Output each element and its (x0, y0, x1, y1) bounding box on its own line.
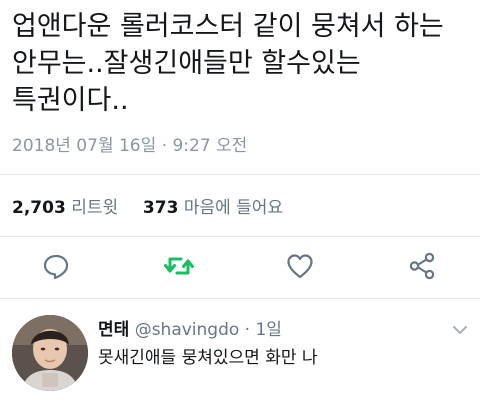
reply-header: 면태 @shavingdo · 1일 (98, 315, 282, 340)
chevron-down-icon (453, 326, 467, 334)
reply-display-name[interactable]: 면태 (98, 320, 129, 340)
divider (0, 236, 480, 237)
retweet-label[interactable]: 리트윗 (71, 198, 118, 218)
tweet-text-line: 업앤다운 롤러코스터 같이 뭉쳐서 하는 (12, 11, 444, 42)
avatar[interactable] (12, 315, 88, 391)
avatar-image (12, 315, 88, 391)
reply-tweet[interactable]: 면태 @shavingdo · 1일 못새긴애들 뭉쳐있으면 화만 나 (0, 301, 480, 406)
tweet-text: 업앤다운 롤러코스터 같이 뭉쳐서 하는 안무는..잘생긴애들만 할수있는 특권… (12, 8, 472, 119)
like-label[interactable]: 마음에 들어요 (184, 198, 283, 218)
tweet-text-line: 안무는..잘생긴애들만 할수있는 (12, 48, 361, 79)
heart-icon (287, 254, 313, 279)
divider (0, 174, 480, 175)
tweet-stats: 2,703 리트윗 373 마음에 들어요 (12, 193, 283, 218)
tweet-text-line: 특권이다.. (12, 85, 129, 116)
tweet-timestamp: 2018년 07월 16일 · 9:27 오전 (12, 136, 248, 156)
divider (0, 298, 480, 299)
reply-text: 못새긴애들 뭉쳐있으면 화만 나 (98, 348, 318, 368)
reply-button[interactable] (42, 252, 70, 280)
share-button[interactable] (408, 252, 436, 280)
retweet-icon (164, 257, 194, 275)
retweet-count[interactable]: 2,703 (12, 198, 66, 218)
tweet-actions (0, 240, 480, 292)
reply-icon (43, 254, 69, 280)
retweet-button[interactable] (164, 252, 194, 280)
like-button[interactable] (286, 252, 314, 280)
reply-handle-time: @shavingdo · 1일 (134, 320, 282, 340)
more-options-button[interactable] (452, 321, 468, 334)
share-icon (409, 252, 435, 280)
like-count[interactable]: 373 (143, 198, 179, 218)
